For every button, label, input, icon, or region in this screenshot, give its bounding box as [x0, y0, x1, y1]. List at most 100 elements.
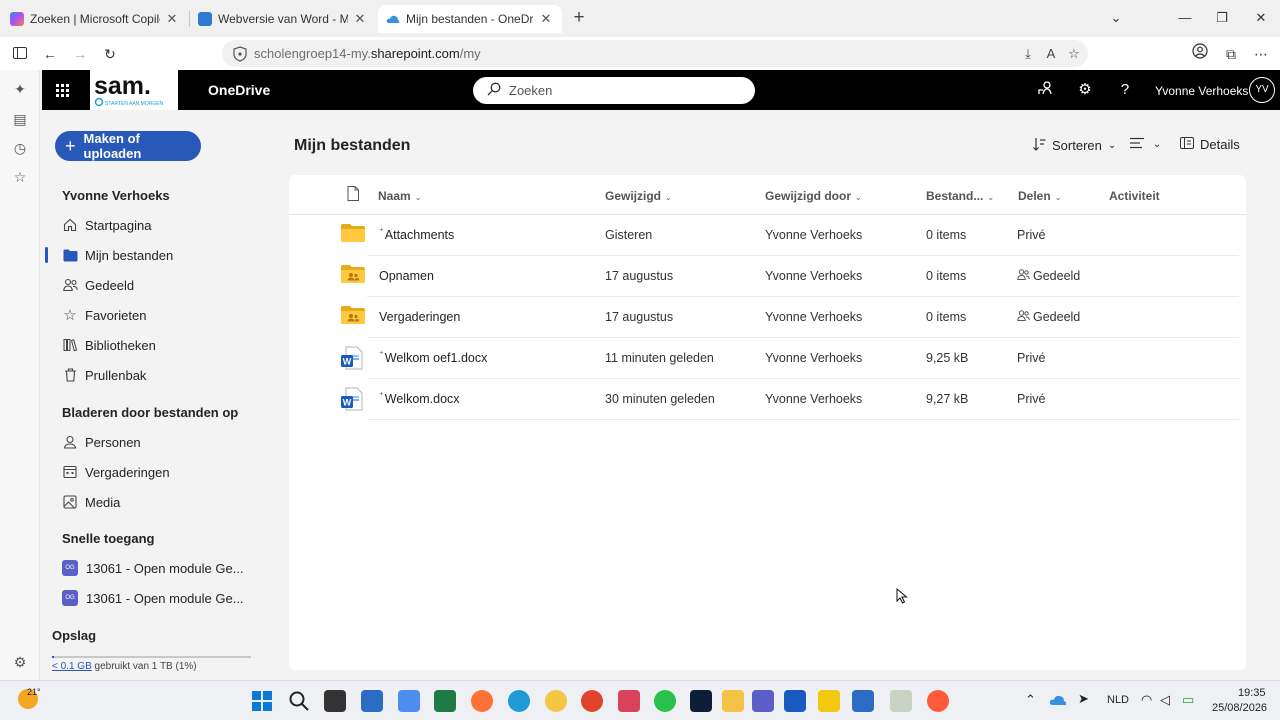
sidebar-toggle-icon[interactable] [9, 43, 31, 65]
column-header-sharing[interactable]: Delen ⌄ [1018, 189, 1061, 203]
network-app-icon[interactable] [890, 690, 912, 712]
onedrive-tray-icon[interactable] [1049, 691, 1067, 709]
sidebar-item-home[interactable]: Startpagina [62, 213, 272, 237]
forward-icon[interactable]: → [69, 43, 91, 65]
close-icon[interactable]: ✕ [352, 11, 368, 27]
clock-time[interactable]: 19:35 [1238, 687, 1266, 699]
photoshop-icon[interactable] [690, 690, 712, 712]
chrome-icon[interactable] [545, 690, 567, 712]
sidebar-item-my-files[interactable]: Mijn bestanden [45, 243, 272, 267]
column-header-name[interactable]: Naam ⌄ [378, 189, 421, 203]
history-icon[interactable]: ◷ [10, 138, 30, 158]
file-sharing-status[interactable]: Privé [1017, 351, 1045, 365]
windows-start-icon[interactable] [251, 690, 273, 712]
weather-temperature[interactable]: 21° [27, 687, 41, 697]
storage-used-link[interactable]: < 0.1 GB [52, 661, 92, 672]
file-explorer-icon[interactable] [722, 690, 744, 712]
file-name[interactable]: Vergaderingen [379, 310, 460, 324]
volume-icon[interactable]: ◁ [1160, 692, 1170, 708]
favorites-icon[interactable]: ☆ [10, 167, 30, 187]
file-name[interactable]: ⁺Welkom.docx [379, 390, 460, 406]
new-tab-button[interactable]: + [568, 8, 590, 30]
minimize-button[interactable]: — [1175, 8, 1195, 28]
sidebar-item-quick-access[interactable]: OG 13061 - Open module Ge... [62, 586, 272, 610]
task-view-icon[interactable] [324, 690, 346, 712]
file-modified-by[interactable]: Yvonne Verhoeks [765, 269, 862, 283]
close-window-button[interactable]: ✕ [1251, 8, 1271, 28]
column-header-file-size[interactable]: Bestand... ⌄ [926, 189, 994, 203]
app-launcher-icon[interactable] [50, 78, 74, 102]
tab-list-chevron-icon[interactable]: ⌄ [1106, 8, 1126, 28]
view-options-button[interactable]: ⌄ [1130, 137, 1161, 152]
file-modified-by[interactable]: Yvonne Verhoeks [765, 392, 862, 406]
user-name[interactable]: Yvonne Verhoeks [1155, 84, 1248, 98]
share-contacts-icon[interactable] [1035, 80, 1055, 100]
table-row[interactable]: W ⁺Welkom.docx 30 minuten geleden Yvonne… [339, 379, 1239, 420]
create-upload-button[interactable]: + Maken of uploaden [55, 131, 201, 161]
help-icon[interactable]: ? [1115, 80, 1135, 100]
translate-icon[interactable]: A [1041, 44, 1061, 64]
file-sharing-status[interactable]: Privé [1017, 392, 1045, 406]
creative-cloud-icon[interactable] [618, 690, 640, 712]
word-icon[interactable] [784, 690, 806, 712]
settings-icon[interactable]: ⚙ [1075, 80, 1095, 100]
sidebar-item-favorites[interactable]: ☆ Favorieten [62, 303, 272, 327]
sidebar-item-recycle-bin[interactable]: Prullenbak [62, 363, 272, 387]
clock-date[interactable]: 25/08/2026 [1212, 702, 1267, 714]
app-name[interactable]: OneDrive [208, 82, 270, 98]
table-row[interactable]: Vergaderingen 17 augustus Yvonne Verhoek… [339, 297, 1239, 338]
restore-button[interactable]: ❐ [1212, 8, 1232, 28]
file-modified-by[interactable]: Yvonne Verhoeks [765, 228, 862, 242]
excel-icon[interactable] [434, 690, 456, 712]
file-sharing-status[interactable]: Privé [1017, 228, 1045, 242]
column-header-modified[interactable]: Gewijzigd ⌄ [605, 189, 672, 203]
tab-copilot[interactable]: Zoeken | Microsoft Copilot ✕ [2, 5, 188, 33]
close-icon[interactable]: ✕ [538, 11, 554, 27]
tab-onedrive[interactable]: Mijn bestanden - OneDrive ✕ [378, 5, 562, 33]
firefox-icon[interactable] [927, 690, 949, 712]
settings-gear-icon[interactable]: ⚙ [10, 652, 30, 672]
copilot-sparkle-icon[interactable]: ✦ [10, 79, 30, 99]
extensions-icon[interactable]: ⧉ [1220, 43, 1242, 65]
sort-button[interactable]: Sorteren ⌄ [1033, 137, 1116, 154]
back-icon[interactable]: ← [39, 43, 61, 65]
details-button[interactable]: Details [1180, 137, 1240, 152]
whatsapp-icon[interactable] [654, 690, 676, 712]
input-language[interactable]: NLD [1107, 694, 1129, 706]
refresh-icon[interactable]: ↻ [99, 43, 121, 65]
address-bar[interactable]: scholengroep14-my.sharepoint.com/my ⤓ A … [222, 40, 1088, 67]
location-arrow-icon[interactable]: ➤ [1078, 691, 1089, 707]
profile-icon[interactable] [1189, 43, 1211, 65]
more-icon[interactable]: ⋯ [1250, 43, 1272, 65]
file-sharing-status[interactable]: Gedeeld [1017, 310, 1080, 324]
power-bi-icon[interactable] [818, 690, 840, 712]
sidebar-item-people[interactable]: Personen [62, 430, 272, 454]
search-input[interactable] [509, 83, 729, 98]
snipping-tool-icon[interactable] [398, 690, 420, 712]
file-type-column-icon[interactable] [347, 186, 359, 204]
install-app-icon[interactable]: ⤓ [1018, 44, 1038, 64]
organization-logo[interactable]: sam. STARTEN AAN MORGEN [90, 70, 178, 110]
site-info-icon[interactable] [232, 45, 248, 62]
settings-app-icon[interactable] [852, 690, 874, 712]
search-icon[interactable] [288, 690, 310, 712]
table-row[interactable]: W ⁺Welkom oef1.docx 11 minuten geleden Y… [339, 338, 1239, 379]
file-modified-by[interactable]: Yvonne Verhoeks [765, 310, 862, 324]
battery-icon[interactable]: ▭ [1182, 692, 1194, 708]
table-row[interactable]: ⁺Attachments Gisteren Yvonne Verhoeks 0 … [339, 215, 1239, 256]
file-modified-by[interactable]: Yvonne Verhoeks [765, 351, 862, 365]
table-row[interactable]: Opnamen 17 augustus Yvonne Verhoeks 0 it… [339, 256, 1239, 297]
teams-icon[interactable] [752, 690, 774, 712]
show-hidden-icons-chevron-icon[interactable]: ⌃ [1025, 692, 1036, 708]
store-icon[interactable] [361, 690, 383, 712]
tab-word[interactable]: Webversie van Word - Microsof ✕ [190, 5, 376, 33]
sidebar-item-libraries[interactable]: Bibliotheken [62, 333, 272, 357]
close-icon[interactable]: ✕ [164, 11, 180, 27]
sidebar-item-shared[interactable]: Gedeeld [62, 273, 272, 297]
column-header-modified-by[interactable]: Gewijzigd door ⌄ [765, 189, 862, 203]
sidebar-item-quick-access[interactable]: OG 13061 - Open module Ge... [62, 556, 272, 580]
edge-icon[interactable] [508, 690, 530, 712]
search-box[interactable] [473, 77, 755, 104]
wifi-icon[interactable]: ◠ [1141, 692, 1152, 708]
firefox-icon[interactable] [471, 690, 493, 712]
